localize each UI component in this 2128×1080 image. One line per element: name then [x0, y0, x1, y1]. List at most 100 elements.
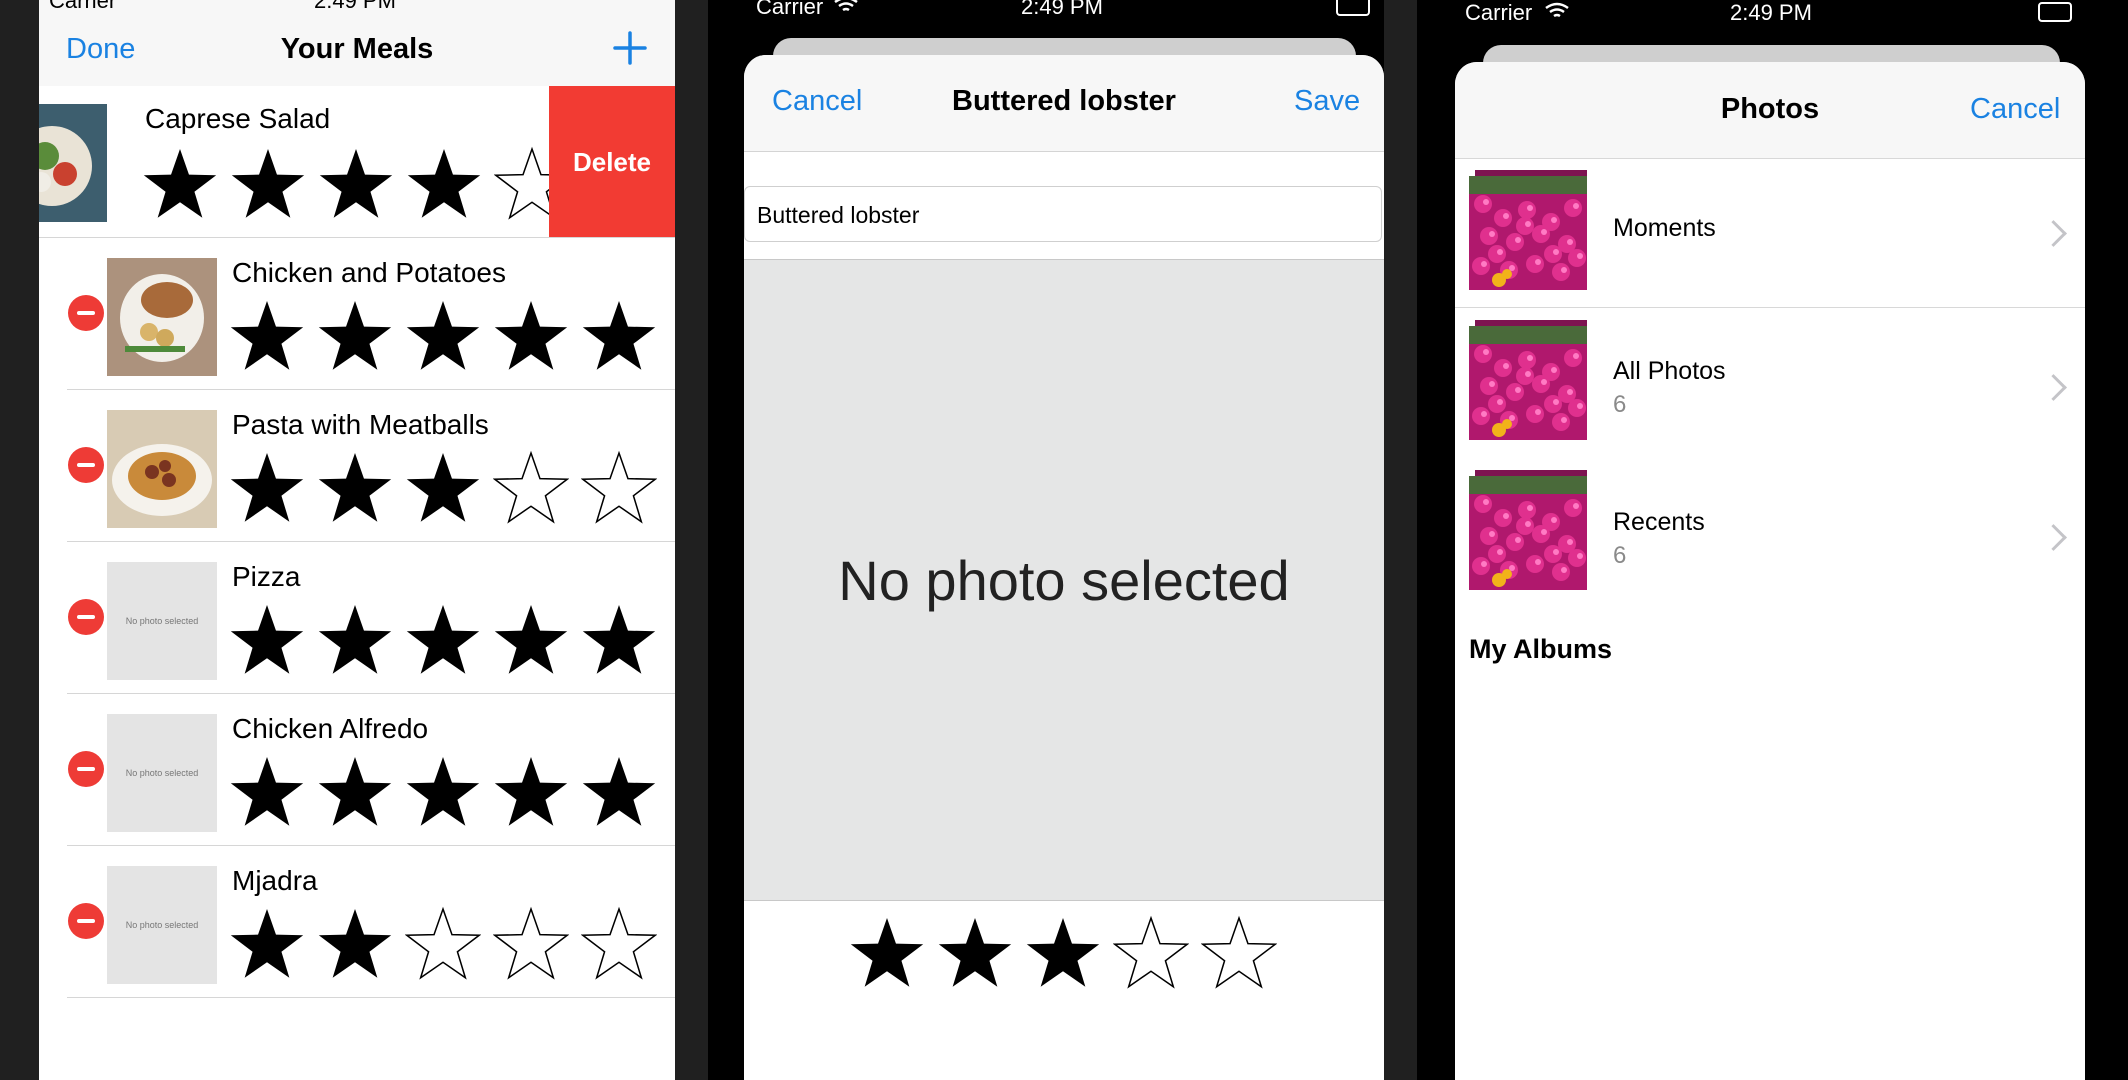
meal-name: Chicken and Potatoes [232, 257, 506, 288]
delete-circle-icon[interactable] [68, 903, 104, 939]
meal-photo [107, 410, 217, 528]
status-time: 2:49 PM [314, 0, 396, 13]
star-filled-icon[interactable] [849, 915, 937, 991]
navigation-bar: Photos Cancel [1455, 62, 2085, 158]
chevron-right-icon [2040, 220, 2067, 247]
rating-control[interactable] [229, 450, 669, 526]
cancel-button[interactable]: Cancel [772, 85, 862, 118]
star-filled-icon[interactable] [493, 754, 581, 830]
cancel-button[interactable]: Cancel [1970, 93, 2060, 126]
rating-control[interactable] [229, 906, 669, 982]
star-filled-icon[interactable] [230, 146, 318, 222]
star-filled-icon[interactable] [405, 450, 493, 526]
star-empty-icon[interactable] [581, 906, 669, 982]
star-filled-icon[interactable] [229, 602, 317, 678]
star-empty-icon[interactable] [581, 450, 669, 526]
navigation-bar: Cancel Buttered lobster Save [744, 55, 1384, 152]
meal-name: Pizza [232, 561, 301, 592]
star-filled-icon[interactable] [317, 298, 405, 374]
plus-icon[interactable] [613, 31, 647, 65]
wifi-icon [833, 0, 859, 19]
row-divider [67, 997, 675, 998]
delete-circle-icon[interactable] [68, 447, 104, 483]
star-filled-icon[interactable] [405, 602, 493, 678]
carrier-label: Carrier [49, 0, 117, 13]
page-title: Your Meals [280, 33, 434, 65]
star-filled-icon[interactable] [317, 602, 405, 678]
rating-control[interactable] [229, 754, 669, 830]
carrier-label: Carrier [1465, 0, 1533, 25]
battery-icon [1336, 0, 1370, 16]
list-item[interactable]: No photo selected Chicken Alfredo [39, 694, 675, 846]
list-item[interactable]: Chicken and Potatoes [39, 238, 675, 390]
star-filled-icon[interactable] [229, 450, 317, 526]
meal-name: Pasta with Meatballs [232, 409, 489, 440]
album-count: 6 [1613, 542, 1627, 569]
list-item[interactable]: No photo selected Mjadra [39, 846, 675, 998]
chevron-right-icon [2040, 374, 2067, 401]
star-filled-icon[interactable] [1025, 915, 1113, 991]
star-empty-icon[interactable] [1201, 915, 1289, 991]
star-filled-icon[interactable] [406, 146, 494, 222]
album-row-all-photos[interactable]: All Photos 6 [1455, 308, 2085, 458]
star-filled-icon[interactable] [405, 754, 493, 830]
rating-control[interactable] [849, 915, 1289, 991]
page-title: Photos [1720, 93, 1820, 125]
photos-sheet: Photos Cancel Moments All Photos 6 Recen… [1455, 62, 2085, 1080]
album-thumbnail [1469, 320, 1587, 440]
star-filled-icon[interactable] [318, 146, 406, 222]
edit-sheet: Cancel Buttered lobster Save Buttered lo… [744, 55, 1384, 1080]
section-title: My Albums [1469, 634, 1613, 664]
meal-name: Mjadra [232, 865, 318, 896]
delete-circle-icon[interactable] [68, 295, 104, 331]
star-empty-icon[interactable] [405, 906, 493, 982]
star-empty-icon[interactable] [493, 906, 581, 982]
star-filled-icon[interactable] [581, 298, 669, 374]
star-filled-icon[interactable] [317, 906, 405, 982]
star-filled-icon[interactable] [581, 602, 669, 678]
album-row-moments[interactable]: Moments [1455, 158, 2085, 308]
list-item[interactable]: No photo selected Pizza [39, 542, 675, 694]
placeholder-text: No photo selected [125, 616, 199, 626]
star-empty-icon[interactable] [493, 450, 581, 526]
photo-image-view[interactable]: No photo selected [744, 259, 1384, 901]
delete-circle-icon[interactable] [68, 751, 104, 787]
star-filled-icon[interactable] [581, 754, 669, 830]
done-button[interactable]: Done [66, 33, 135, 66]
navigation-bar: Carrier 2:49 PM Done Your Meals [39, 0, 675, 87]
star-filled-icon[interactable] [493, 298, 581, 374]
save-button[interactable]: Save [1294, 85, 1360, 118]
star-filled-icon[interactable] [229, 754, 317, 830]
wifi-icon [1544, 2, 1570, 25]
status-time: 2:49 PM [1021, 0, 1103, 19]
meal-list-screen: Carrier 2:49 PM Done Your Meals Caprese … [39, 0, 675, 1080]
rating-control[interactable] [229, 298, 669, 374]
rating-control[interactable] [142, 146, 582, 222]
star-filled-icon[interactable] [317, 450, 405, 526]
meal-name: Chicken Alfredo [232, 713, 429, 744]
list-item[interactable]: Caprese Salad [39, 86, 570, 238]
placeholder-text: No photo selected [125, 920, 199, 930]
meal-photo [107, 258, 217, 376]
star-filled-icon[interactable] [405, 298, 493, 374]
no-photo-label: No photo selected [838, 548, 1290, 612]
meal-photo-placeholder: No photo selected [107, 714, 217, 832]
star-empty-icon[interactable] [1113, 915, 1201, 991]
star-filled-icon[interactable] [229, 906, 317, 982]
star-filled-icon[interactable] [229, 298, 317, 374]
rating-control[interactable] [229, 602, 669, 678]
album-count: 6 [1613, 391, 1627, 418]
star-filled-icon[interactable] [142, 146, 230, 222]
meal-photo-placeholder: No photo selected [107, 866, 217, 984]
delete-button[interactable]: Delete [549, 86, 675, 238]
star-filled-icon[interactable] [937, 915, 1025, 991]
album-thumbnail [1469, 170, 1587, 290]
meal-name-field[interactable]: Buttered lobster [744, 186, 1382, 242]
delete-circle-icon[interactable] [68, 599, 104, 635]
star-filled-icon[interactable] [317, 754, 405, 830]
list-item[interactable]: Pasta with Meatballs [39, 390, 675, 542]
album-row-recents[interactable]: Recents 6 [1455, 458, 2085, 608]
meal-photo-placeholder: No photo selected [107, 562, 217, 680]
meal-photo [39, 104, 107, 222]
star-filled-icon[interactable] [493, 602, 581, 678]
